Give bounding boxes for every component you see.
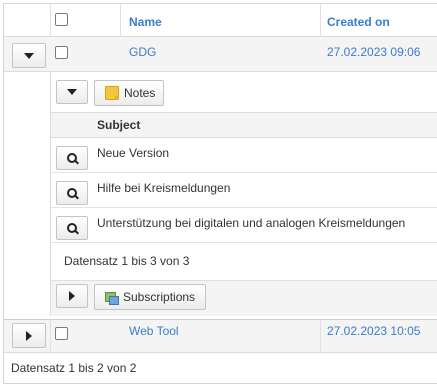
note-subject[interactable]: Unterstützung bei digitalen und analogen… <box>97 216 405 230</box>
column-header-subject[interactable]: Subject <box>97 118 140 132</box>
column-header-created-on[interactable]: Created on <box>327 15 390 29</box>
note-subject[interactable]: Neue Version <box>97 146 169 160</box>
view-note-button[interactable] <box>56 216 88 240</box>
note-subject[interactable]: Hilfe bei Kreismeldungen <box>97 181 230 195</box>
row-name-link[interactable]: GDG <box>129 45 156 59</box>
row-checkbox[interactable] <box>55 327 68 340</box>
row-created-on: 27.02.2023 09:06 <box>327 45 421 59</box>
caret-right-icon <box>26 330 32 341</box>
row-separator <box>50 320 51 353</box>
notes-tab-button[interactable]: Notes <box>94 80 164 106</box>
expand-row-button[interactable] <box>12 323 46 348</box>
expand-notes-button[interactable] <box>56 80 88 104</box>
magnifier-icon <box>66 222 79 234</box>
record-count: Datensatz 1 bis 2 von 2 <box>11 361 137 375</box>
row-created-on: 27.02.2023 10:05 <box>327 324 421 338</box>
collapse-row-button[interactable] <box>12 43 46 68</box>
select-all-checkbox[interactable] <box>55 13 68 26</box>
notes-label: Notes <box>124 86 156 100</box>
row-name-link[interactable]: Web Tool <box>129 324 179 338</box>
column-header-name[interactable]: Name <box>129 15 162 29</box>
row-separator <box>320 320 321 353</box>
row-checkbox[interactable] <box>55 46 68 59</box>
subscriptions-label: Subscriptions <box>123 290 196 304</box>
magnifier-icon <box>66 187 79 199</box>
header-separator <box>120 4 121 37</box>
note-icon <box>105 86 119 100</box>
caret-down-icon <box>67 89 77 95</box>
notes-record-count: Datensatz 1 bis 3 von 3 <box>64 254 190 268</box>
view-note-button[interactable] <box>56 146 88 170</box>
view-note-button[interactable] <box>56 181 88 205</box>
caret-right-icon <box>69 291 75 301</box>
caret-down-icon <box>24 52 34 59</box>
subscriptions-icon <box>105 291 119 305</box>
header-separator <box>50 4 51 37</box>
subscriptions-tab-button[interactable]: Subscriptions <box>94 284 206 310</box>
magnifier-icon <box>66 152 79 164</box>
expand-subscriptions-button[interactable] <box>56 284 88 308</box>
header-separator <box>320 4 321 37</box>
